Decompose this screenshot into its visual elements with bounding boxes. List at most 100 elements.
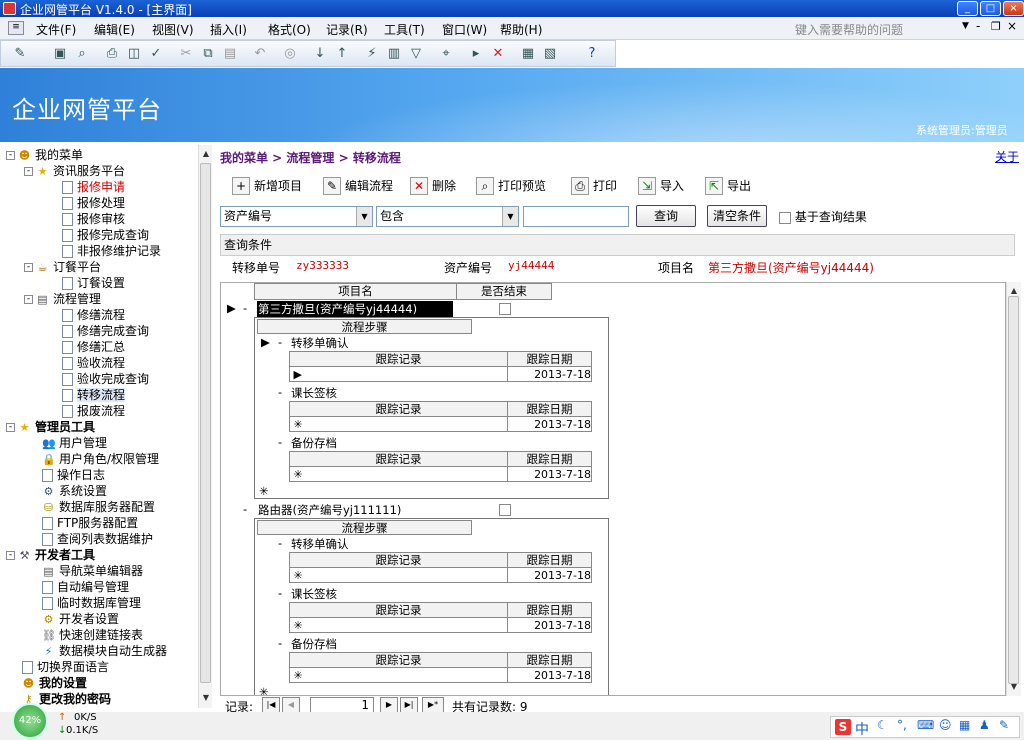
add-item-button[interactable]: + 新增项目 [230,176,302,198]
chevron-down-icon[interactable]: ▼ [356,207,372,226]
column-header-tracking-date[interactable]: 跟踪日期 [507,652,592,668]
mdi-close-icon[interactable]: × [1007,19,1017,33]
tree-item-my-settings[interactable]: ☻ 我的设置 [22,675,87,691]
mdi-minimize-icon[interactable]: - [976,19,980,33]
ime-mode-label[interactable]: 中 [855,719,869,739]
print-preview-icon[interactable]: ◫ [125,45,143,63]
scroll-down-icon[interactable]: ▼ [199,691,213,705]
tree-item[interactable]: 报修申请 [62,179,125,195]
collapse-icon[interactable]: - [24,167,33,176]
network-monitor-ball[interactable]: 42% [12,703,48,739]
column-header-tracking-record[interactable]: 跟踪记录 [289,451,508,467]
new-row-indicator-icon[interactable]: ✳ [289,617,508,633]
tree-item[interactable]: 临时数据库管理 [42,595,141,611]
tree-item[interactable]: 非报修维护记录 [62,243,161,259]
database-window-icon[interactable]: ▦ [519,45,537,63]
tree-item[interactable]: 报修审核 [62,211,125,227]
apply-filter-icon[interactable]: ▽ [407,45,425,63]
tree-item[interactable]: 订餐设置 [62,275,125,291]
tree-scrollbar[interactable]: ▲ ▼ [198,145,212,708]
tree-item[interactable]: 验收流程 [62,355,125,371]
step-name-cell[interactable]: 转移单确认 [291,335,349,351]
ime-toolbar[interactable]: S 中 ☾ °, ⌨ ☺ ▦ ♟ ✎ [830,716,1020,738]
column-header-tracking-record[interactable]: 跟踪记录 [289,552,508,568]
query-operator-select[interactable]: 包含 ▼ [376,206,519,227]
new-row-indicator-icon[interactable]: ✳ [289,567,508,583]
tree-item[interactable]: 👥 用户管理 [42,435,107,451]
keyboard-icon[interactable]: ⌨ [917,718,934,732]
tree-root-my-menu[interactable]: - ☻ 我的菜单 [6,147,83,163]
item-name-cell[interactable]: 路由器(资产编号yj111111) [257,502,453,518]
tracking-date-cell[interactable]: 2013-7-18 [507,466,592,482]
tracking-date-cell[interactable]: 2013-7-18 [507,567,592,583]
column-header-flow-step[interactable]: 流程步骤 [257,319,472,334]
new-row-indicator-icon[interactable]: ✳ [289,416,508,432]
tree-group-admin[interactable]: - ★ 管理员工具 [6,419,95,435]
settings-icon[interactable]: ✎ [999,718,1009,732]
save-icon[interactable]: ▣ [51,45,69,63]
tree-item[interactable]: FTP服务器配置 [42,515,138,531]
new-object-icon[interactable]: ▧ [541,45,559,63]
step-name-cell[interactable]: 备份存档 [291,636,337,652]
tree-group-dev[interactable]: - ⚒ 开发者工具 [6,547,95,563]
new-step-row-icon[interactable]: ✳ [259,685,269,695]
close-window-icon[interactable]: × [1003,1,1024,16]
find-icon[interactable]: ⌖ [437,45,455,63]
collapse-icon[interactable]: - [278,335,282,349]
tree-item[interactable]: ⛁ 数据库服务器配置 [42,499,155,515]
scroll-up-icon[interactable]: ▲ [199,147,213,161]
sort-desc-icon[interactable]: ↑ [333,45,351,63]
done-checkbox[interactable] [499,504,511,516]
tree-item[interactable]: 报废流程 [62,403,125,419]
undo-icon[interactable]: ↶ [251,45,269,63]
tree-item[interactable]: ⚡ 数据模块自动生成器 [42,643,167,659]
grid-scroll-thumb[interactable] [1008,296,1019,684]
base-on-result-option[interactable]: 基于查询结果 [779,208,867,225]
step-name-cell[interactable]: 课长签核 [291,385,337,401]
import-button[interactable]: ⇲ 导入 [636,176,684,198]
item-name-cell[interactable]: 第三方撒旦(资产编号yj44444) [257,301,453,317]
column-header-item-name[interactable]: 项目名 [254,283,457,300]
print-preview-button[interactable]: ⌕ 打印预览 [474,176,546,198]
menu-help[interactable]: 帮助(H) [500,21,542,38]
column-header-tracking-date[interactable]: 跟踪日期 [507,451,592,467]
column-header-tracking-date[interactable]: 跟踪日期 [507,401,592,417]
column-header-tracking-date[interactable]: 跟踪日期 [507,602,592,618]
collapse-icon[interactable]: - [278,636,282,650]
next-record-icon[interactable]: ▶ [380,697,398,713]
menu-format[interactable]: 格式(O) [268,21,311,38]
tree-item[interactable]: 🔒 用户角色/权限管理 [42,451,159,467]
collapse-icon[interactable]: - [278,435,282,449]
tree-item[interactable]: ⛓ 快速创建链接表 [42,627,143,643]
tree-item[interactable]: 报修处理 [62,195,125,211]
sort-asc-icon[interactable]: ↓ [311,45,329,63]
apps-icon[interactable]: ▦ [959,718,970,732]
user-icon[interactable]: ☺ [939,718,952,732]
skin-icon[interactable]: ♟ [979,718,990,732]
tree-item[interactable]: 操作日志 [42,467,105,483]
last-record-icon[interactable]: ▶| [400,697,418,713]
step-name-cell[interactable]: 转移单确认 [291,536,349,552]
print-icon[interactable]: ⎙ [103,45,121,63]
column-header-tracking-date[interactable]: 跟踪日期 [507,351,592,367]
minimize-icon[interactable]: _ [957,1,978,16]
halfwidth-icon[interactable]: ☾ [877,718,888,732]
tracking-date-cell[interactable]: 2013-7-18 [507,366,592,382]
tracking-date-cell[interactable]: 2013-7-18 [507,667,592,683]
current-record-input[interactable]: 1 [310,697,374,713]
tree-item[interactable]: 转移流程 [62,387,126,403]
help-search-input[interactable]: 键入需要帮助的问题 [795,21,903,38]
tree-item[interactable]: ⚙ 系统设置 [42,483,107,499]
tree-item[interactable]: 验收完成查询 [62,371,149,387]
step-name-cell[interactable]: 备份存档 [291,435,337,451]
new-row-indicator-icon[interactable]: ✳ [289,466,508,482]
cut-icon[interactable]: ✂ [177,45,195,63]
clear-conditions-button[interactable]: 清空条件 [707,205,767,227]
menu-records[interactable]: 记录(R) [326,21,368,38]
tree-item[interactable]: 修缮完成查询 [62,323,149,339]
collapse-icon[interactable]: - [278,536,282,550]
hyperlink-icon[interactable]: ◎ [281,45,299,63]
column-header-tracking-record[interactable]: 跟踪记录 [289,401,508,417]
design-view-icon[interactable]: ✎ [11,45,29,63]
collapse-icon[interactable]: - [243,301,247,315]
